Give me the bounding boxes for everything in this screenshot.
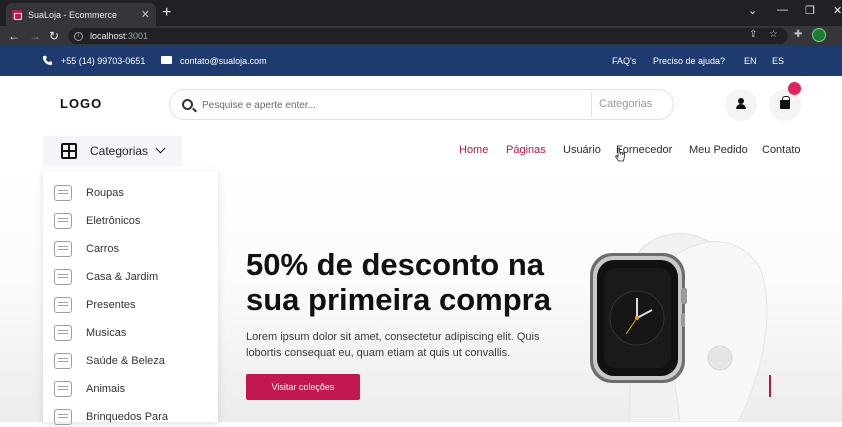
tab-list-button[interactable]: ⌄ xyxy=(748,4,757,17)
user-icon xyxy=(736,98,746,110)
search-category-select[interactable]: Categorias xyxy=(599,98,652,110)
email-icon xyxy=(161,56,172,64)
search-icon xyxy=(182,99,193,110)
email-address[interactable]: contato@sualoja.com xyxy=(180,56,267,66)
carousel-indicator[interactable] xyxy=(769,375,771,397)
category-label: Animais xyxy=(86,383,126,395)
category-label: Saúde & Beleza xyxy=(86,355,165,367)
bookmark-star-icon[interactable]: ☆ xyxy=(769,29,778,40)
category-item-saude-beleza[interactable]: Saúde & Beleza xyxy=(43,351,218,371)
faq-link[interactable]: FAQ's xyxy=(612,56,636,66)
help-link[interactable]: Preciso de ajuda? xyxy=(653,56,725,66)
address-bar[interactable]: i localhost:3001 xyxy=(68,28,788,44)
back-button[interactable]: ← xyxy=(8,28,20,44)
tab-title: SuaLoja - Ecommerce xyxy=(28,9,118,20)
shopping-bag-icon xyxy=(780,96,790,109)
nav-meu-pedido[interactable]: Meu Pedido xyxy=(689,144,748,156)
site-info-icon[interactable]: i xyxy=(74,31,83,41)
category-item-casa-jardim[interactable]: Casa & Jardim xyxy=(43,267,218,287)
categories-label: Categorias xyxy=(90,144,149,158)
top-info-bar: +55 (14) 99703-0651 contato@sualoja.com … xyxy=(0,46,842,76)
search-bar: Categorias xyxy=(169,89,674,120)
new-tab-button[interactable]: + xyxy=(162,4,171,22)
browser-tab-strip: SuaLoja - Ecommerce ✕ + ⌄ — ❐ ✕ xyxy=(0,0,842,26)
share-icon[interactable]: ⇪ xyxy=(749,29,757,40)
hero-description: Lorem ipsum dolor sit amet, consectetur … xyxy=(246,331,540,359)
account-button[interactable] xyxy=(725,89,757,121)
category-item-brinquedos[interactable]: Brinquedos Para xyxy=(43,407,218,427)
hero-headline: 50% de desconto na sua primeira compra xyxy=(246,247,551,317)
phone-icon xyxy=(42,55,53,66)
mouse-cursor-icon xyxy=(614,147,625,162)
category-label: Casa & Jardim xyxy=(86,271,159,283)
url-port: :3001 xyxy=(125,31,149,41)
browser-toolbar: ← → ↻ i localhost:3001 ⇪ ☆ ✚ xyxy=(0,26,842,46)
car-icon xyxy=(54,241,72,257)
clothes-icon xyxy=(54,185,72,201)
pets-icon xyxy=(54,381,72,397)
nav-home[interactable]: Home xyxy=(459,144,488,156)
category-label: Brinquedos Para xyxy=(86,411,168,423)
tab-close-icon[interactable]: ✕ xyxy=(141,8,150,21)
cart-badge xyxy=(788,82,801,95)
reload-button[interactable]: ↻ xyxy=(49,28,59,44)
music-icon xyxy=(54,325,72,341)
browser-tab[interactable]: SuaLoja - Ecommerce ✕ xyxy=(6,3,156,26)
category-sidebar: Roupas Eletrônicos Carros Casa & Jardim … xyxy=(43,171,218,425)
nav-paginas[interactable]: Páginas xyxy=(506,144,546,156)
chevron-down-icon xyxy=(155,143,166,153)
home-garden-icon xyxy=(54,269,72,285)
forward-button[interactable]: → xyxy=(29,28,41,44)
search-divider xyxy=(591,92,592,117)
window-close-button[interactable]: ✕ xyxy=(833,4,842,17)
visit-collections-button[interactable]: Visitar coleções xyxy=(246,374,360,400)
search-input[interactable] xyxy=(202,97,582,113)
category-label: Roupas xyxy=(86,187,124,199)
gift-icon xyxy=(54,297,72,313)
smartwatch-image xyxy=(590,233,768,422)
toys-icon xyxy=(54,409,72,425)
site-logo[interactable]: LOGO xyxy=(60,96,102,111)
category-item-carros[interactable]: Carros xyxy=(43,239,218,259)
lang-es-link[interactable]: ES xyxy=(772,56,784,66)
category-item-presentes[interactable]: Presentes xyxy=(43,295,218,315)
phone-number[interactable]: +55 (14) 99703-0651 xyxy=(61,56,145,66)
lang-en-link[interactable]: EN xyxy=(744,56,757,66)
favicon-icon xyxy=(12,9,22,20)
nav-contato[interactable]: Contato xyxy=(762,144,801,156)
minimize-button[interactable]: — xyxy=(777,4,788,16)
category-item-musicas[interactable]: Musicas xyxy=(43,323,218,343)
profile-avatar[interactable] xyxy=(812,28,826,42)
category-label: Musicas xyxy=(86,327,127,339)
category-item-roupas[interactable]: Roupas xyxy=(43,183,218,203)
category-item-animais[interactable]: Animais xyxy=(43,379,218,399)
grid-icon xyxy=(61,143,77,159)
restore-button[interactable]: ❐ xyxy=(805,4,815,17)
url-host: localhost xyxy=(90,31,126,41)
categories-dropdown-button[interactable]: Categorias xyxy=(43,136,182,166)
category-item-eletronicos[interactable]: Eletrônicos xyxy=(43,211,218,231)
extensions-icon[interactable]: ✚ xyxy=(794,29,802,40)
category-label: Presentes xyxy=(86,299,136,311)
category-label: Carros xyxy=(86,243,120,255)
category-label: Eletrônicos xyxy=(86,215,141,227)
nav-usuario[interactable]: Usuário xyxy=(563,144,601,156)
electronics-icon xyxy=(54,213,72,229)
health-beauty-icon xyxy=(54,353,72,369)
